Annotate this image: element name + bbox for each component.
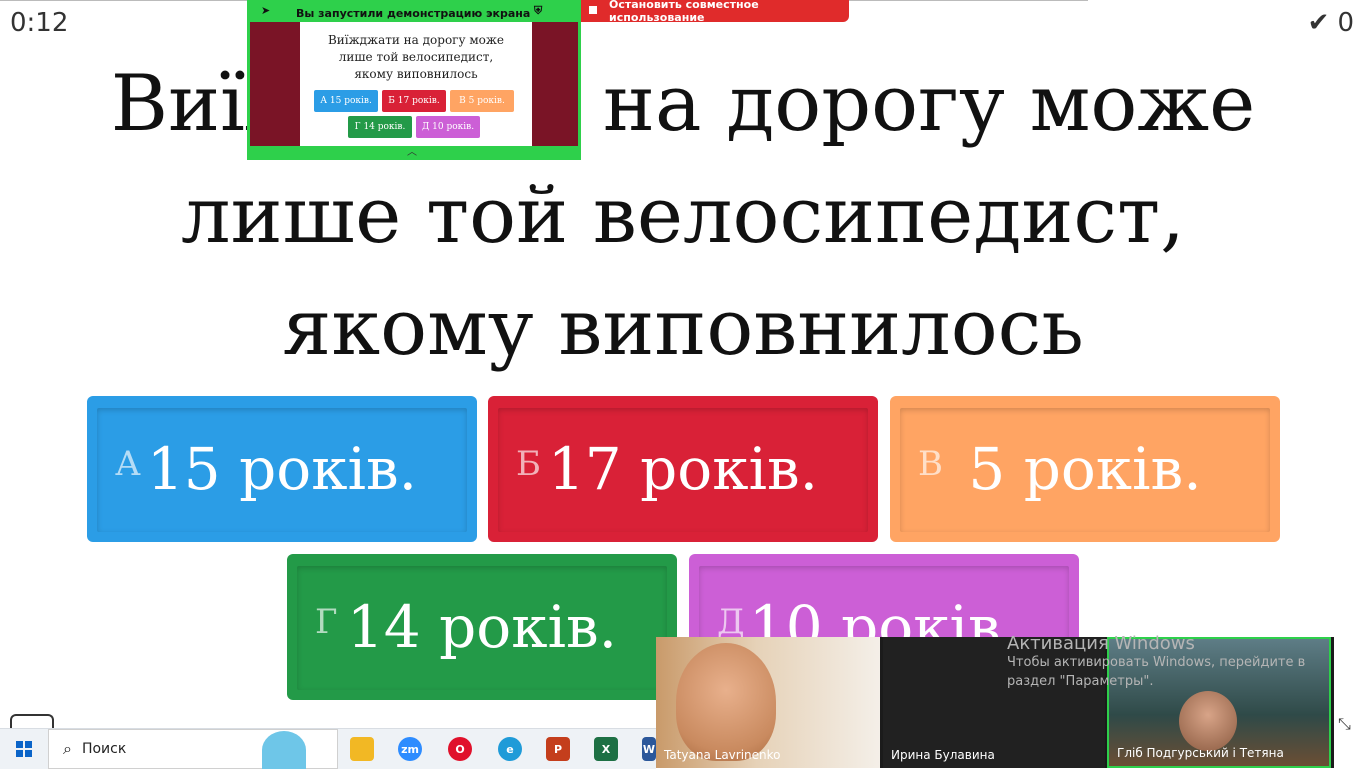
preview-answer-b: Б 17 років. [382, 90, 446, 112]
answer-c-letter: В [918, 444, 943, 484]
activation-title: Активация Windows [1007, 633, 1195, 654]
edge-icon[interactable]: e [498, 737, 522, 761]
opera-icon[interactable]: O [448, 737, 472, 761]
answer-b-letter: Б [516, 444, 541, 484]
answer-d-button[interactable]: Г 14 років. [287, 554, 677, 700]
collapse-chevron-icon[interactable]: ︿ [407, 143, 417, 158]
windows-activation-watermark: Активация Windows Чтобы активировать Win… [1007, 634, 1305, 691]
screen-share-banner-text: Вы запустили демонстрацию экрана [296, 6, 531, 20]
preview-question: Виїжджати на дорогу може лише той велоси… [327, 33, 505, 81]
participant-face [676, 643, 776, 761]
answer-a-button[interactable]: А 15 років. [87, 396, 477, 542]
checkmark-icon: ✔ [1307, 8, 1330, 38]
search-icon: ⌕ [63, 739, 72, 758]
screen-share-preview: Виїжджати на дорогу може лише той велоси… [250, 22, 578, 146]
preview-answer-a-text: 15 років. [329, 96, 372, 106]
answer-b-text: 17 років. [547, 435, 819, 503]
dolphin-icon [262, 731, 306, 769]
preview-answer-c: В 5 років. [450, 90, 514, 112]
screen-share-panel: ➤ Вы запустили демонстрацию экрана ⛨ Виї… [247, 0, 581, 160]
answer-b-button[interactable]: Б 17 років. [488, 396, 878, 542]
search-placeholder: Поиск [81, 741, 127, 757]
powerpoint-icon[interactable]: P [546, 737, 570, 761]
participant-name-2: Ирина Булавина [891, 748, 995, 762]
answer-d-text: 14 років. [346, 593, 618, 661]
windows-start-icon[interactable] [16, 741, 32, 757]
excel-icon[interactable]: X [594, 737, 618, 761]
preview-answer-e-text: 10 років. [432, 122, 475, 132]
preview-answer-e: Д 10 років. [416, 116, 480, 138]
participant-name-1: Tatyana Lavrinenko [664, 748, 781, 762]
preview-answer-d: Г 14 років. [348, 116, 412, 138]
activation-line-2: раздел "Параметры". [1007, 674, 1154, 689]
answer-d-letter: Г [315, 602, 338, 642]
answer-a-letter: А [115, 444, 141, 484]
stop-sharing-label: Остановить совместное использование [609, 0, 759, 24]
participant-video-1[interactable]: Tatyana Lavrinenko [656, 637, 880, 768]
stop-sharing-button[interactable]: Остановить совместное использование [581, 0, 849, 24]
answer-e-letter: Д [717, 602, 745, 642]
answer-c-button[interactable]: В 5 років. [890, 396, 1280, 542]
activation-line-1: Чтобы активировать Windows, перейдите в [1007, 655, 1306, 670]
score-value: 0 [1337, 8, 1354, 38]
file-explorer-icon[interactable] [350, 737, 374, 761]
preview-answer-c-text: 5 років. [468, 96, 505, 106]
participant-face [1179, 691, 1237, 751]
word-icon[interactable]: W [642, 737, 656, 761]
windows-taskbar: ⌕ Поиск zm O e P X W [0, 728, 656, 769]
timer: 0:12 [10, 8, 69, 38]
preview-answer-d-text: 14 років. [363, 122, 406, 132]
answer-c-text: 5 років. [968, 435, 1202, 503]
stop-square-icon [589, 6, 597, 14]
screen-share-banner: ➤ Вы запустили демонстрацию экрана ⛨ [250, 3, 578, 23]
shield-icon: ⛨ [534, 4, 543, 17]
zoom-icon[interactable]: zm [398, 737, 422, 761]
question-line-3: якому виповнилось [282, 283, 1084, 373]
answer-a-text: 15 років. [146, 435, 418, 503]
expand-icon[interactable]: ⤡ [1338, 714, 1351, 734]
preview-answer-b-text: 17 років. [397, 96, 440, 106]
question-line-2: лише той велосипедист, [181, 171, 1185, 261]
score: ✔ 0 [1308, 8, 1354, 38]
participant-name-3: Гліб Подгурський і Тетяна [1117, 746, 1284, 760]
share-arrow-icon: ➤ [261, 4, 271, 17]
preview-page: Виїжджати на дорогу може лише той велоси… [300, 22, 532, 146]
preview-answer-a: А 15 років. [314, 90, 378, 112]
